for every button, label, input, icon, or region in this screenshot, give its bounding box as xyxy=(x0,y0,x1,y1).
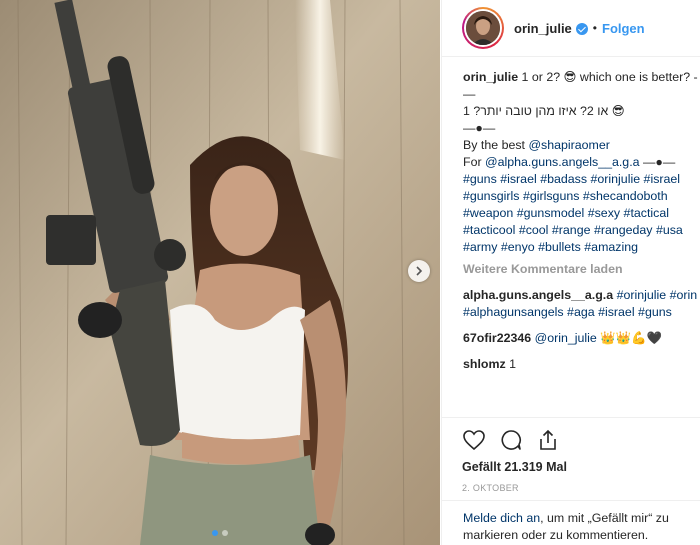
post-date[interactable]: 2. Oktober xyxy=(462,483,700,493)
hashtag-link[interactable]: #army xyxy=(463,240,497,254)
comment-username[interactable]: 67ofir22346 xyxy=(463,331,531,345)
text-line: shlomz 1 xyxy=(463,356,700,373)
share-icon[interactable] xyxy=(536,428,560,452)
load-more-comments-button[interactable]: Weitere Kommentare laden xyxy=(463,261,700,278)
heart-icon[interactable] xyxy=(462,428,486,452)
text-line: #guns #israel #badass #orinjulie #israel xyxy=(463,171,700,188)
avatar[interactable] xyxy=(462,7,504,49)
post-photo[interactable] xyxy=(0,0,440,545)
separator: • xyxy=(592,21,597,35)
hashtag-link[interactable]: #badass xyxy=(540,172,587,186)
comment-text: 1 or 2? 😎 which one is better? - xyxy=(518,70,698,84)
hashtag-link[interactable]: #sexy xyxy=(588,206,620,220)
text-line: orin_julie 1 or 2? 😎 which one is better… xyxy=(463,69,700,86)
hashtag-link[interactable]: #guns xyxy=(463,172,497,186)
carousel-indicator xyxy=(0,530,440,536)
hashtag-link[interactable]: #israel xyxy=(500,172,537,186)
comment-text: 1 xyxy=(505,357,517,371)
comment-item: alpha.guns.angels__a.g.a #orinjulie #ori… xyxy=(463,287,700,321)
comments-section: orin_julie 1 or 2? 😎 which one is better… xyxy=(442,57,700,373)
hashtag-link[interactable]: #tactical xyxy=(624,206,669,220)
hashtag-link[interactable]: #israel xyxy=(598,305,635,319)
post-header: orin_julie • Folgen xyxy=(442,0,700,57)
hashtag-link[interactable]: @shapiraomer xyxy=(528,138,609,152)
login-prompt: Melde dich an, um mit „Gefällt mir“ zu m… xyxy=(442,500,700,544)
hashtag-link[interactable]: #cool xyxy=(519,223,549,237)
hashtag-link[interactable]: #tacticool xyxy=(463,223,515,237)
carousel-next-button[interactable] xyxy=(408,260,430,282)
comment-text: או 2? איזו מהן טובה יותר? 1 😎 xyxy=(463,104,625,118)
post-caption: orin_julie 1 or 2? 😎 which one is better… xyxy=(463,69,700,256)
text-line: #gunsgirls #girlsguns #shecandoboth xyxy=(463,188,700,205)
comment-icon[interactable] xyxy=(499,428,523,452)
text-line: #weapon #gunsmodel #sexy #tactical xyxy=(463,205,700,222)
hashtag-link[interactable]: #orinjulie xyxy=(591,172,641,186)
post-actions-area: Gefällt 21.319 Mal 2. Oktober xyxy=(442,417,700,493)
text-line: #army #enyo #bullets #amazing xyxy=(463,239,700,256)
text-line: #alphagunsangels #aga #israel #guns xyxy=(463,304,700,321)
text-line: 67ofir22346 @orin_julie 👑👑💪🖤 xyxy=(463,330,700,347)
text-line: —●— xyxy=(463,120,700,137)
header-username[interactable]: orin_julie xyxy=(514,21,572,36)
avatar-image xyxy=(466,11,500,45)
comment-item: shlomz 1 xyxy=(463,356,700,373)
carousel-dot xyxy=(222,530,228,536)
comment-text: By the best xyxy=(463,138,529,152)
hashtag-link[interactable]: #israel xyxy=(644,172,681,186)
carousel-dot xyxy=(212,530,218,536)
login-link[interactable]: Melde dich an xyxy=(463,511,540,525)
photo-illustration xyxy=(0,0,440,545)
hashtag-link[interactable]: #usa xyxy=(656,223,683,237)
comment-text: —●— xyxy=(463,121,496,135)
text-line: For @alpha.guns.angels__a.g.a —●— xyxy=(463,154,700,171)
comment-text: 👑👑💪🖤 xyxy=(596,331,662,345)
hashtag-link[interactable]: #amazing xyxy=(584,240,638,254)
hashtag-link[interactable]: #gunsmodel xyxy=(517,206,585,220)
hashtag-link[interactable]: #alphagunsangels xyxy=(463,305,564,319)
follow-button[interactable]: Folgen xyxy=(602,21,645,36)
text-line: By the best @shapiraomer xyxy=(463,137,700,154)
likes-count[interactable]: Gefällt 21.319 Mal xyxy=(462,460,700,474)
comment-username[interactable]: alpha.guns.angels__a.g.a xyxy=(463,288,613,302)
comment-username[interactable]: shlomz xyxy=(463,357,506,371)
hashtag-link[interactable]: @orin_julie xyxy=(535,331,597,345)
hashtag-link[interactable]: #aga xyxy=(567,305,595,319)
hashtag-link[interactable]: #shecandoboth xyxy=(583,189,668,203)
hashtag-link[interactable]: #enyo xyxy=(501,240,535,254)
hashtag-link[interactable]: @alpha.guns.angels__a.g.a xyxy=(485,155,640,169)
hashtag-link[interactable]: #weapon xyxy=(463,206,513,220)
text-line: — xyxy=(463,86,700,103)
text-line: #tacticool #cool #range #rangeday #usa xyxy=(463,222,700,239)
hashtag-link[interactable]: #bullets xyxy=(538,240,581,254)
comment-text: — xyxy=(463,87,476,101)
verified-badge-icon xyxy=(575,23,588,35)
hashtag-link[interactable]: #range xyxy=(552,223,591,237)
chevron-right-icon xyxy=(416,266,423,276)
text-line: או 2? איזו מהן טובה יותר? 1 😎 xyxy=(463,103,700,120)
hashtag-link[interactable]: #orinjulie xyxy=(617,288,667,302)
comment-text: For xyxy=(463,155,486,169)
hashtag-link[interactable]: #orin xyxy=(670,288,698,302)
action-bar xyxy=(462,426,700,454)
comment-list: alpha.guns.angels__a.g.a #orinjulie #ori… xyxy=(463,287,700,373)
post-sidebar: orin_julie • Folgen orin_julie 1 or 2? 😎… xyxy=(441,0,700,545)
hashtag-link[interactable]: #rangeday xyxy=(594,223,653,237)
text-line: alpha.guns.angels__a.g.a #orinjulie #ori… xyxy=(463,287,700,304)
comment-username[interactable]: orin_julie xyxy=(463,70,518,84)
hashtag-link[interactable]: #guns xyxy=(638,305,672,319)
hashtag-link[interactable]: #girlsguns xyxy=(523,189,579,203)
comment-item: 67ofir22346 @orin_julie 👑👑💪🖤 xyxy=(463,330,700,347)
hashtag-link[interactable]: #gunsgirls xyxy=(463,189,519,203)
comment-text: —●— xyxy=(639,155,676,169)
